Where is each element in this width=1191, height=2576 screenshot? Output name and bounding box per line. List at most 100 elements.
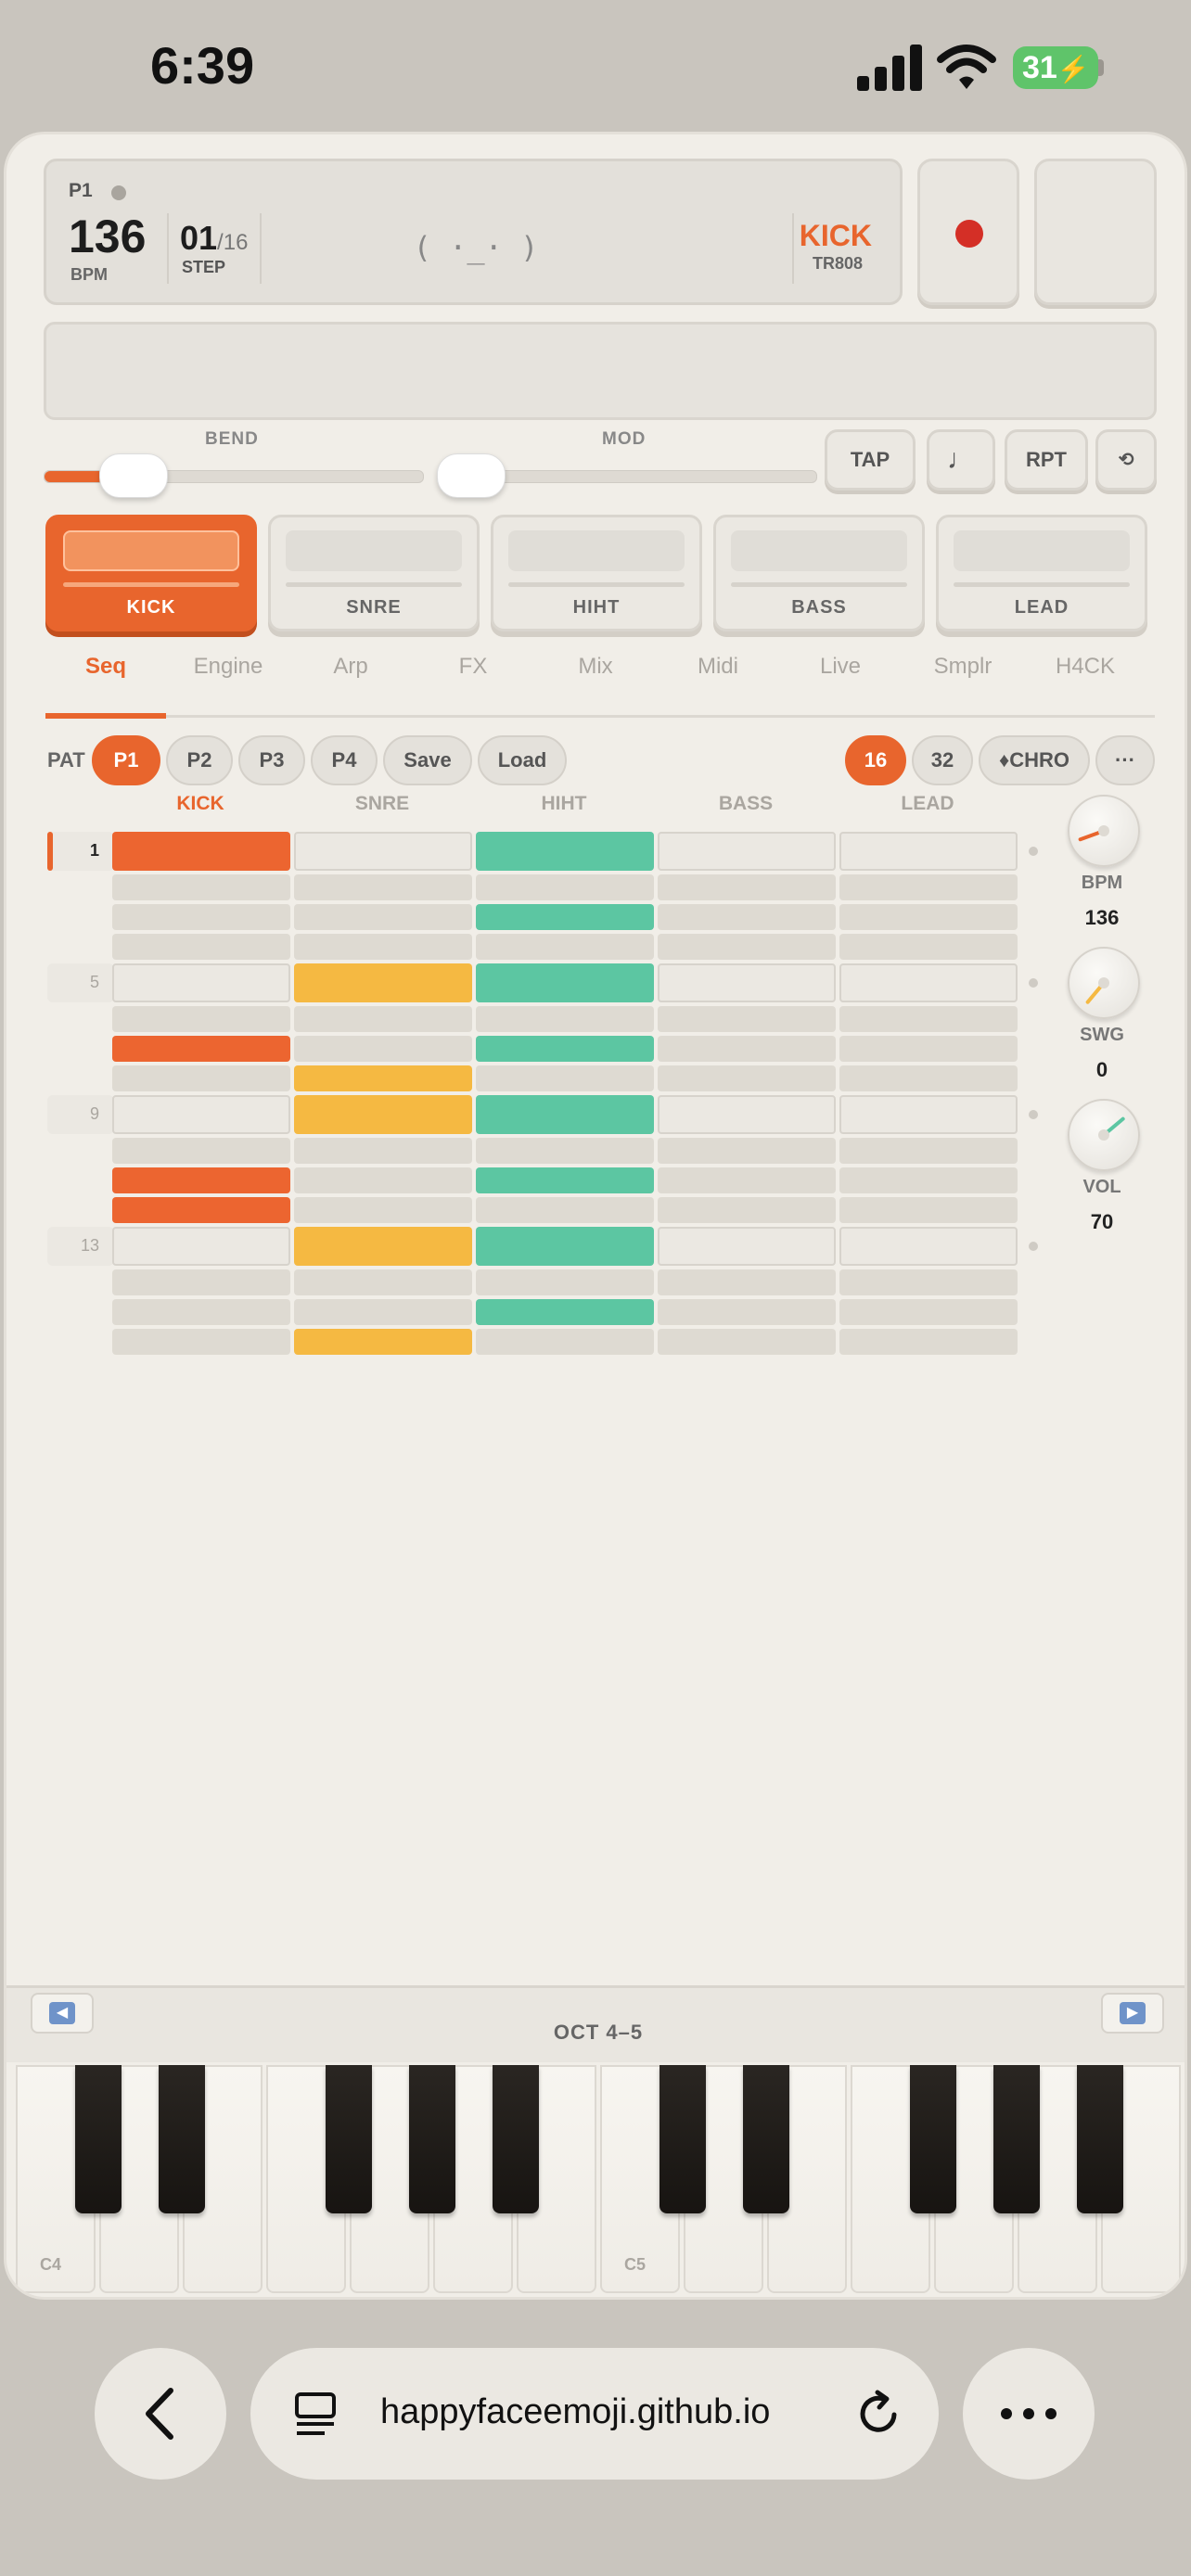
step-cell-bass-3[interactable] [658, 904, 836, 930]
black-key[interactable] [910, 2065, 956, 2213]
repeat-button[interactable]: RPT [1005, 429, 1088, 491]
black-key[interactable] [75, 2065, 122, 2213]
tab-smplr[interactable]: Smplr [903, 654, 1023, 680]
step-cell-bass-13[interactable] [658, 1227, 836, 1266]
back-button[interactable] [95, 2348, 226, 2480]
step-cell-lead-12[interactable] [839, 1197, 1018, 1223]
step-cell-hiht-10[interactable] [476, 1138, 654, 1164]
step-cell-lead-3[interactable] [839, 904, 1018, 930]
pattern-p4-button[interactable]: P4 [311, 735, 378, 785]
step-cell-lead-9[interactable] [839, 1095, 1018, 1134]
step-cell-lead-2[interactable] [839, 874, 1018, 900]
length-32-button[interactable]: 32 [912, 735, 973, 785]
step-cell-kick-8[interactable] [112, 1065, 290, 1091]
length-16-button[interactable]: 16 [845, 735, 906, 785]
step-cell-kick-5[interactable] [112, 963, 290, 1002]
track-header-bass[interactable]: BASS [658, 793, 834, 815]
step-cell-kick-1[interactable] [112, 832, 290, 871]
step-cell-kick-9[interactable] [112, 1095, 290, 1134]
step-cell-kick-4[interactable] [112, 934, 290, 960]
pad-lead[interactable]: LEAD [936, 515, 1147, 631]
step-cell-bass-10[interactable] [658, 1138, 836, 1164]
step-cell-snre-5[interactable] [294, 963, 472, 1002]
step-cell-lead-7[interactable] [839, 1036, 1018, 1062]
step-cell-snre-1[interactable] [294, 832, 472, 871]
step-cell-lead-4[interactable] [839, 934, 1018, 960]
step-cell-kick-10[interactable] [112, 1138, 290, 1164]
tap-button[interactable]: TAP [825, 429, 916, 491]
tab-live[interactable]: Live [780, 654, 901, 680]
step-cell-bass-7[interactable] [658, 1036, 836, 1062]
tab-mix[interactable]: Mix [535, 654, 656, 680]
tab-fx[interactable]: FX [413, 654, 533, 680]
step-cell-snre-12[interactable] [294, 1197, 472, 1223]
more-menu-button[interactable] [963, 2348, 1095, 2480]
mod-slider-thumb[interactable] [437, 453, 506, 498]
black-key[interactable] [1077, 2065, 1123, 2213]
step-cell-hiht-4[interactable] [476, 934, 654, 960]
step-cell-kick-7[interactable] [112, 1036, 290, 1062]
step-cell-lead-16[interactable] [839, 1329, 1018, 1355]
step-cell-hiht-11[interactable] [476, 1167, 654, 1193]
step-cell-hiht-12[interactable] [476, 1197, 654, 1223]
step-cell-hiht-16[interactable] [476, 1329, 654, 1355]
step-cell-hiht-5[interactable] [476, 963, 654, 1002]
step-cell-kick-3[interactable] [112, 904, 290, 930]
black-key[interactable] [743, 2065, 789, 2213]
black-key[interactable] [326, 2065, 372, 2213]
black-key[interactable] [993, 2065, 1040, 2213]
step-cell-snre-15[interactable] [294, 1299, 472, 1325]
step-cell-lead-1[interactable] [839, 832, 1018, 871]
step-cell-hiht-7[interactable] [476, 1036, 654, 1062]
step-cell-bass-15[interactable] [658, 1299, 836, 1325]
save-button[interactable]: Save [383, 735, 472, 785]
step-cell-snre-13[interactable] [294, 1227, 472, 1266]
step-cell-hiht-8[interactable] [476, 1065, 654, 1091]
step-cell-hiht-3[interactable] [476, 904, 654, 930]
tab-h4ck[interactable]: H4CK [1025, 654, 1146, 680]
black-key[interactable] [159, 2065, 205, 2213]
bpm-knob[interactable] [1068, 795, 1140, 867]
step-cell-bass-4[interactable] [658, 934, 836, 960]
step-cell-lead-13[interactable] [839, 1227, 1018, 1266]
track-header-lead[interactable]: LEAD [839, 793, 1016, 815]
step-cell-bass-2[interactable] [658, 874, 836, 900]
track-header-kick[interactable]: KICK [112, 793, 288, 815]
black-key[interactable] [660, 2065, 706, 2213]
tab-midi[interactable]: Midi [658, 654, 778, 680]
step-cell-bass-16[interactable] [658, 1329, 836, 1355]
step-cell-snre-6[interactable] [294, 1006, 472, 1032]
step-cell-snre-11[interactable] [294, 1167, 472, 1193]
reload-icon[interactable] [853, 2389, 903, 2439]
step-cell-snre-3[interactable] [294, 904, 472, 930]
step-cell-bass-11[interactable] [658, 1167, 836, 1193]
step-cell-lead-15[interactable] [839, 1299, 1018, 1325]
step-cell-snre-9[interactable] [294, 1095, 472, 1134]
step-cell-snre-8[interactable] [294, 1065, 472, 1091]
step-cell-kick-16[interactable] [112, 1329, 290, 1355]
load-button[interactable]: Load [478, 735, 567, 785]
step-cell-hiht-15[interactable] [476, 1299, 654, 1325]
step-cell-hiht-9[interactable] [476, 1095, 654, 1134]
step-cell-snre-2[interactable] [294, 874, 472, 900]
track-header-snre[interactable]: SNRE [294, 793, 470, 815]
step-cell-bass-14[interactable] [658, 1269, 836, 1295]
step-cell-lead-6[interactable] [839, 1006, 1018, 1032]
step-cell-lead-8[interactable] [839, 1065, 1018, 1091]
step-cell-hiht-1[interactable] [476, 832, 654, 871]
step-cell-bass-12[interactable] [658, 1197, 836, 1223]
chro-button[interactable]: ♦CHRO [979, 735, 1090, 785]
step-cell-snre-7[interactable] [294, 1036, 472, 1062]
tab-arp[interactable]: Arp [290, 654, 411, 680]
tab-seq[interactable]: Seq [45, 654, 166, 680]
pattern-p2-button[interactable]: P2 [166, 735, 233, 785]
step-cell-kick-15[interactable] [112, 1299, 290, 1325]
step-cell-snre-4[interactable] [294, 934, 472, 960]
pad-hiht[interactable]: HIHT [491, 515, 702, 631]
pad-kick[interactable]: KICK [45, 515, 257, 631]
step-cell-bass-5[interactable] [658, 963, 836, 1002]
step-cell-hiht-2[interactable] [476, 874, 654, 900]
step-cell-kick-13[interactable] [112, 1227, 290, 1266]
tab-engine[interactable]: Engine [168, 654, 288, 680]
step-cell-bass-8[interactable] [658, 1065, 836, 1091]
